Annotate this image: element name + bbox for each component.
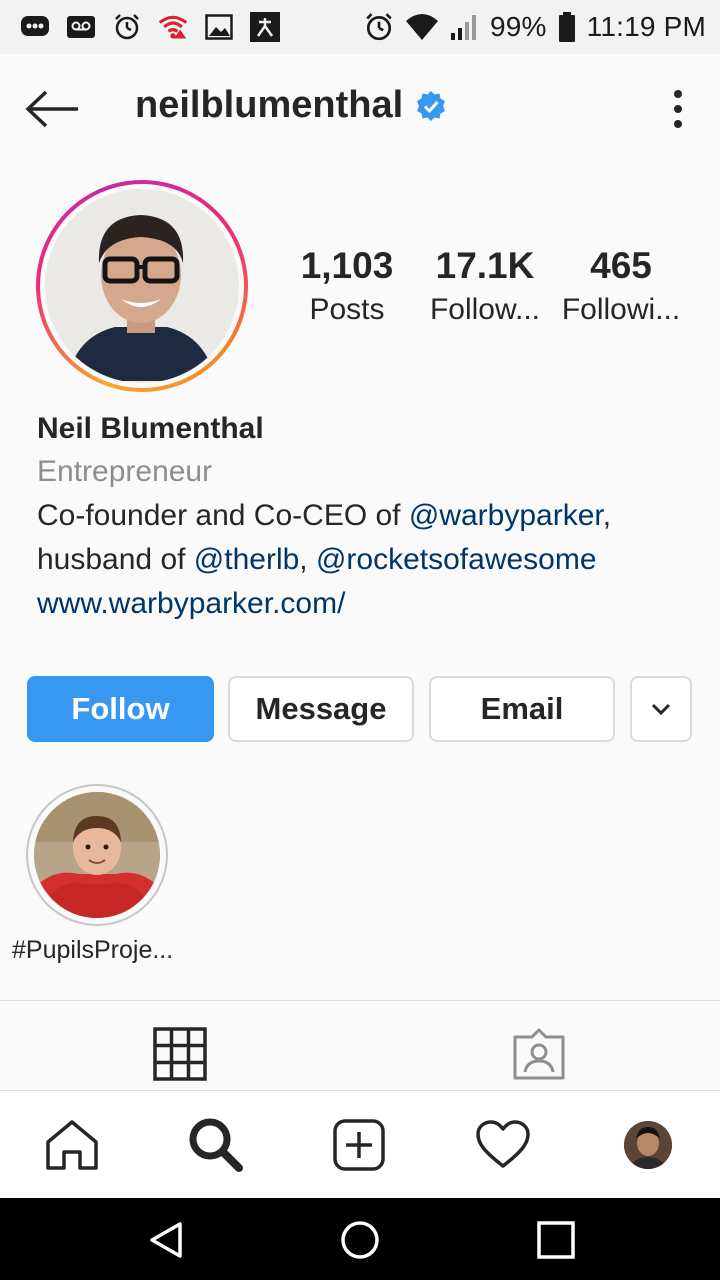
grid-icon <box>153 1027 207 1081</box>
profile-photo <box>45 189 239 383</box>
system-navigation-bar <box>0 1198 720 1280</box>
clock: 11:19 PM <box>586 11 706 42</box>
wifi-alert-icon <box>158 12 188 42</box>
more-options-button[interactable] <box>664 86 692 132</box>
email-button[interactable]: Email <box>429 676 615 742</box>
bio-punct: , <box>602 499 612 532</box>
messenger-icon <box>20 12 50 42</box>
signal-icon <box>450 12 480 42</box>
posts-count: 1,103 <box>300 245 394 286</box>
dot-icon <box>674 120 682 128</box>
bottom-navigation <box>0 1090 720 1198</box>
home-icon <box>46 1120 98 1170</box>
battery-percent: 99% <box>489 11 547 42</box>
following-count: 465 <box>590 245 652 286</box>
status-system: 99% 11:19 PM <box>364 11 706 43</box>
stat-following[interactable]: 465 Followi... <box>558 244 684 330</box>
stat-posts[interactable]: 1,103 Posts <box>291 244 403 330</box>
username: neilblumenthal <box>135 84 404 126</box>
home-circle-icon <box>341 1221 379 1259</box>
alarm-clock-icon <box>112 12 142 42</box>
system-home-button[interactable] <box>338 1218 382 1262</box>
avatar-frame <box>40 184 244 388</box>
status-bar: 99% 11:19 PM <box>0 0 720 54</box>
new-post-icon <box>333 1119 385 1171</box>
system-recents-button[interactable] <box>534 1218 578 1262</box>
back-button[interactable] <box>24 86 82 132</box>
bio-punct: , <box>299 543 316 576</box>
status-notifications <box>20 12 280 42</box>
verified-badge-icon <box>417 90 446 121</box>
nav-home[interactable] <box>40 1113 104 1177</box>
following-label: Followi... <box>561 293 681 326</box>
story-highlight[interactable] <box>26 784 168 926</box>
dot-icon <box>674 90 682 98</box>
avatar <box>624 1121 672 1169</box>
suggested-accounts-button[interactable] <box>630 676 692 742</box>
tab-grid[interactable] <box>150 1024 210 1084</box>
profile-photo-illustration <box>45 189 237 381</box>
stat-followers[interactable]: 17.1K Follow... <box>425 244 545 330</box>
followers-count: 17.1K <box>435 245 535 286</box>
category: Entrepreneur <box>37 455 213 488</box>
highlight-cover <box>34 792 160 918</box>
profile-header: neilblumenthal <box>0 54 720 164</box>
alarm-icon <box>364 12 394 42</box>
nav-profile-avatar[interactable] <box>624 1121 672 1169</box>
mention-rocketsofawesome[interactable]: @rocketsofawesome <box>316 543 597 576</box>
chevron-down-icon <box>651 703 671 716</box>
tab-tagged[interactable] <box>509 1024 569 1084</box>
dot-icon <box>674 105 682 113</box>
search-icon <box>189 1118 243 1172</box>
mention-warbyparker[interactable]: @warbyparker <box>409 499 603 532</box>
posts-label: Posts <box>309 293 385 326</box>
tagged-icon <box>513 1028 565 1080</box>
nav-new-post[interactable] <box>327 1113 391 1177</box>
nav-search[interactable] <box>184 1113 248 1177</box>
bio-line-1: Co-founder and Co-CEO of @warbyparker, <box>37 494 697 538</box>
website-link[interactable]: www.warbyparker.com/ <box>37 582 697 626</box>
back-icon <box>150 1222 182 1258</box>
system-back-button[interactable] <box>144 1218 188 1262</box>
bio-line-2: husband of @therlb, @rocketsofawesome <box>37 538 697 582</box>
nav-activity[interactable] <box>471 1113 535 1177</box>
gallery-icon <box>204 12 234 42</box>
mention-therlb[interactable]: @therlb <box>194 543 300 576</box>
battery-icon <box>557 12 577 42</box>
heart-icon <box>476 1120 530 1168</box>
recents-icon <box>537 1221 575 1259</box>
profile-avatar-story-ring[interactable] <box>36 180 248 392</box>
follow-button[interactable]: Follow <box>27 676 214 742</box>
username-title: neilblumenthal <box>135 84 447 127</box>
arrow-left-icon <box>25 90 78 128</box>
message-button[interactable]: Message <box>228 676 414 742</box>
fitness-app-icon <box>250 12 280 42</box>
wifi-icon <box>404 12 440 42</box>
voicemail-icon <box>66 12 96 42</box>
followers-label: Follow... <box>429 293 541 326</box>
full-name: Neil Blumenthal <box>37 412 264 445</box>
bio-text: Co-founder and Co-CEO of <box>37 499 409 532</box>
profile-bio: Neil Blumenthal Entrepreneur Co-founder … <box>37 408 697 626</box>
highlight-label: #PupilsProje... <box>12 936 174 964</box>
highlight-cover-illustration <box>34 792 160 918</box>
bio-text: husband of <box>37 543 194 576</box>
divider <box>0 1000 720 1001</box>
